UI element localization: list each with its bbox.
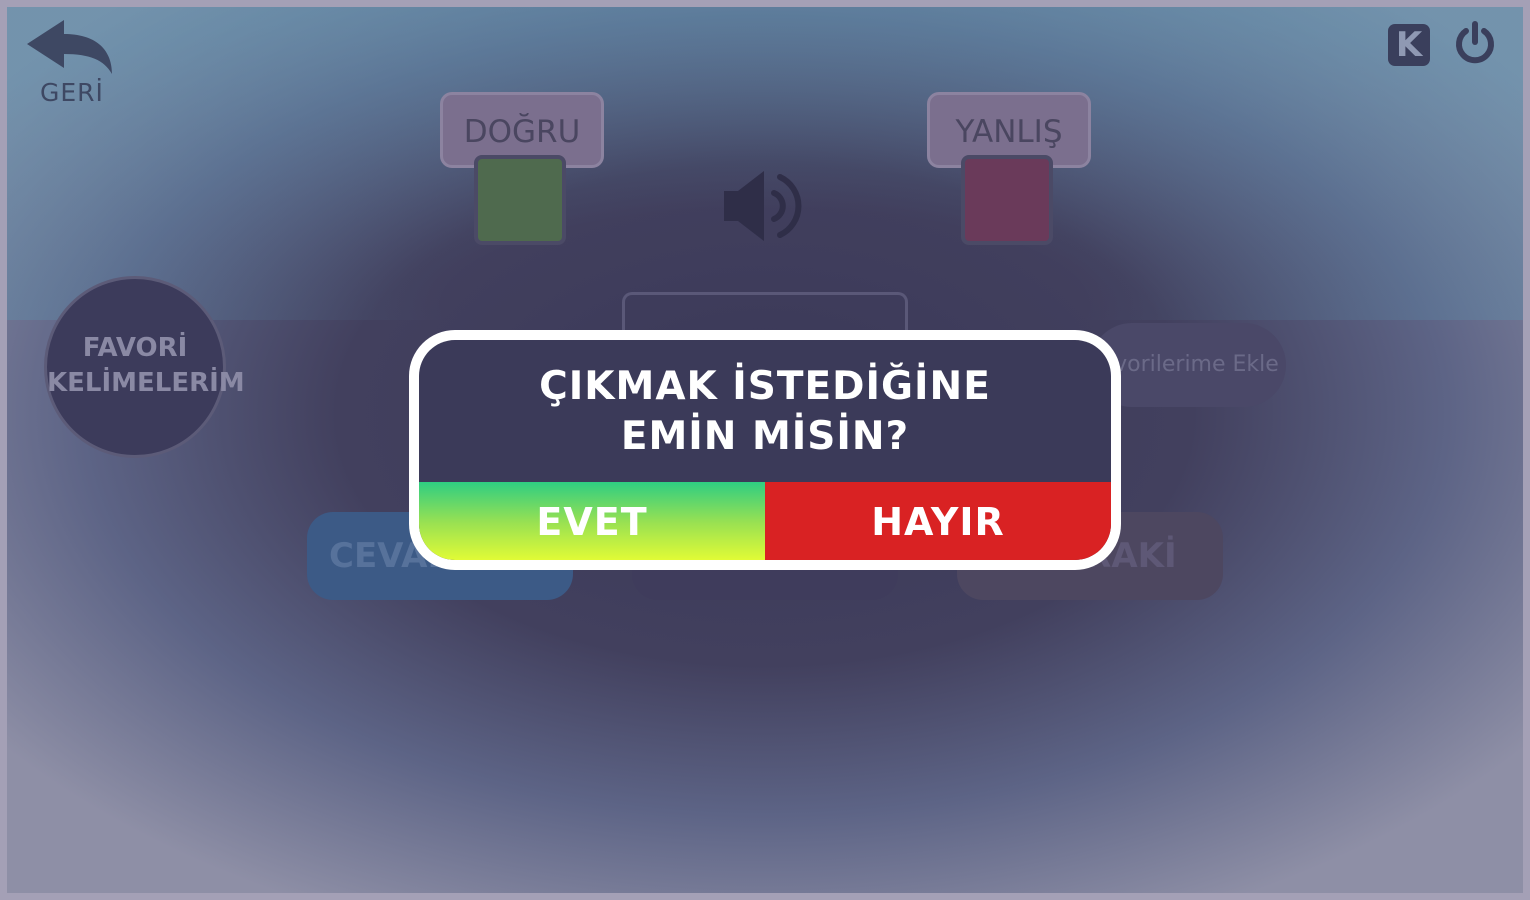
dialog-body: ÇIKMAK İSTEDİĞİNE EMİN MİSİN? EVET HAYIR [419, 340, 1111, 560]
favorite-words-line2: KELİMELERİM [47, 368, 245, 398]
dialog-title: ÇIKMAK İSTEDİĞİNE EMİN MİSİN? [419, 362, 1111, 462]
dialog-title-line1: ÇIKMAK İSTEDİĞİNE [539, 364, 991, 409]
dialog-title-line2: EMİN MİSİN? [620, 414, 910, 459]
favorite-words-line1: FAVORİ [82, 333, 188, 363]
no-button[interactable]: HAYIR [765, 482, 1111, 560]
power-button[interactable] [1452, 20, 1498, 66]
speaker-icon [724, 171, 802, 241]
background-glow [0, 0, 1530, 320]
favorite-words-button[interactable]: FAVORİ KELİMELERİM [44, 276, 245, 458]
wrong-swatch[interactable] [961, 155, 1053, 245]
yes-button[interactable]: EVET [419, 482, 765, 560]
exit-confirm-dialog: ÇIKMAK İSTEDİĞİNE EMİN MİSİN? EVET HAYIR [409, 330, 1121, 570]
k-logo-button[interactable]: K [1388, 24, 1430, 66]
k-logo-icon: K [1395, 25, 1423, 65]
power-icon [1456, 21, 1494, 64]
back-button[interactable]: GERİ [24, 18, 119, 110]
back-arrow-icon [27, 20, 112, 74]
back-label: GERİ [40, 78, 104, 107]
correct-swatch[interactable] [474, 155, 566, 245]
speaker-button[interactable] [720, 165, 810, 247]
